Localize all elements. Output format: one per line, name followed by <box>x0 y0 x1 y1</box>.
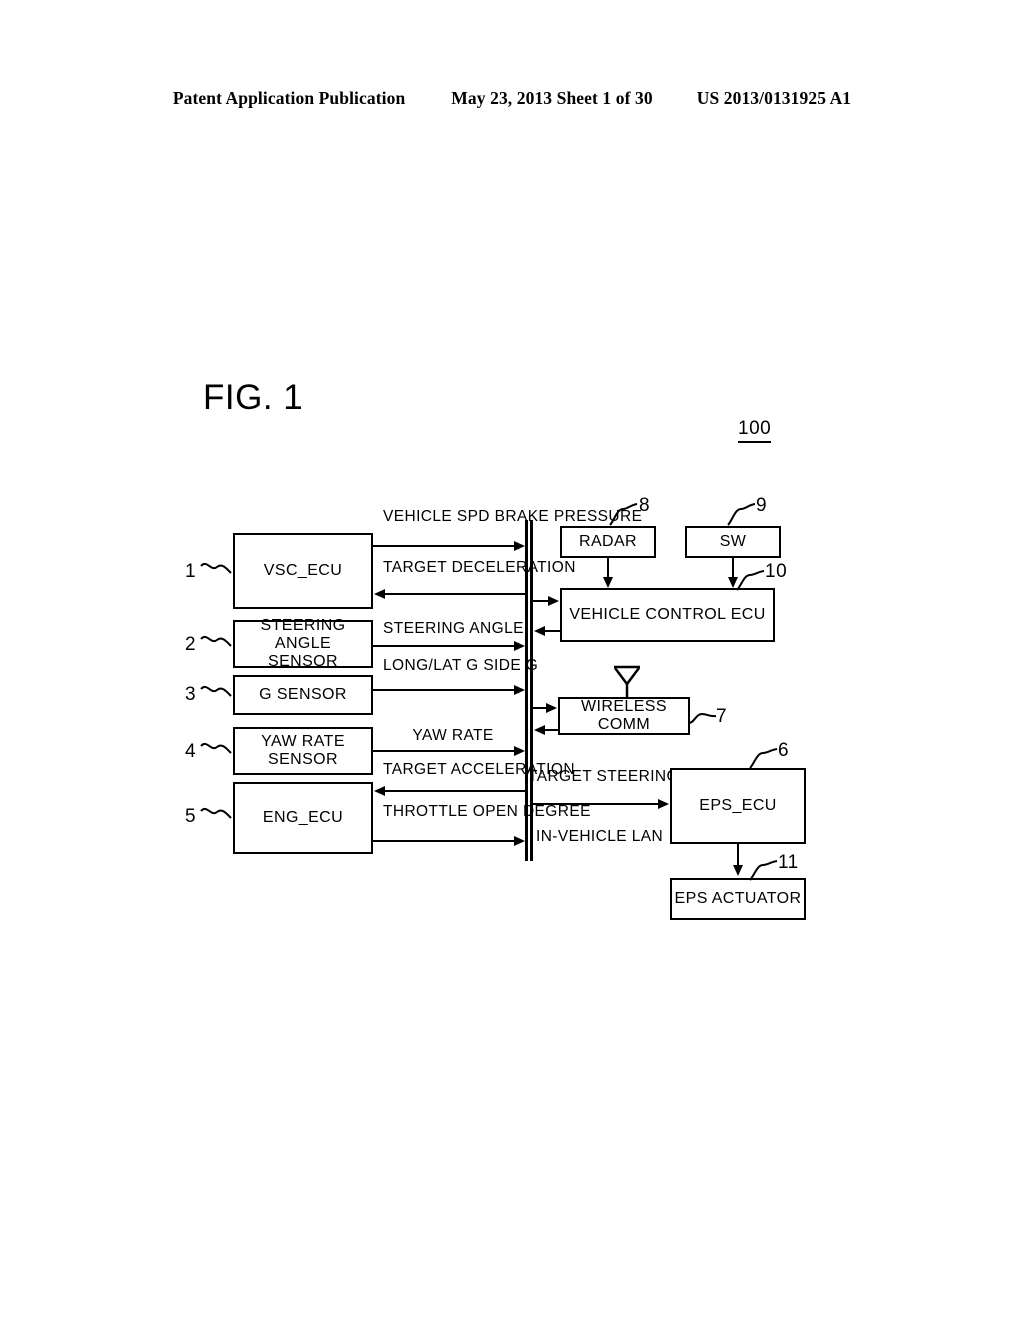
arrowhead-eng-to-bus <box>514 835 525 846</box>
reference-numeral-8: 8 <box>639 495 651 516</box>
line-eng-to-bus <box>373 840 521 842</box>
signal-target-steering-angle-line1: TARGET STEERING <box>528 768 679 785</box>
arrowhead-bus-to-eps-ecu <box>658 798 669 809</box>
leader-squiggle-5 <box>200 807 232 819</box>
arrowhead-bus-to-vehicle-control-ecu <box>548 595 559 606</box>
antenna-icon <box>614 665 640 698</box>
reference-numeral-3: 3 <box>185 684 197 705</box>
block-steering-angle-sensor-label-line1: STEERING ANGLE <box>260 617 346 653</box>
reference-numeral-5: 5 <box>185 806 197 827</box>
block-radar: RADAR <box>560 526 656 558</box>
reference-numeral-1: 1 <box>185 561 197 582</box>
signal-steering-angle-label: STEERING ANGLE <box>383 620 524 637</box>
label-in-vehicle-lan: IN-VEHICLE LAN <box>536 828 663 845</box>
line-vsc-to-bus <box>373 545 521 547</box>
signal-vehicle-spd-brake-pressure: VEHICLE SPD BRAKE PRESSURE <box>383 508 642 525</box>
line-bus-to-vehicle-control-ecu <box>533 600 549 602</box>
leader-squiggle-3 <box>200 685 232 697</box>
label-in-vehicle-lan-line2: LAN <box>631 828 664 845</box>
leader-squiggle-8 <box>609 503 638 526</box>
block-g-sensor-label: G SENSOR <box>259 686 347 704</box>
arrowhead-sw-to-vehicle-control-ecu <box>727 577 738 588</box>
reference-numeral-11: 11 <box>778 852 799 873</box>
arrowhead-yaw-sensor-to-bus <box>514 745 525 756</box>
signal-target-acceleration: TARGET ACCELERATION <box>383 761 575 778</box>
block-eng-ecu: ENG_ECU <box>233 782 373 854</box>
block-steering-angle-sensor-label-line2: SENSOR <box>268 652 338 670</box>
leader-squiggle-9 <box>727 503 756 526</box>
signal-throttle-line2: OPEN DEGREE <box>472 803 591 820</box>
line-eps-ecu-to-eps-actuator <box>737 844 739 867</box>
block-yaw-rate-sensor-label-line2: SENSOR <box>268 751 338 768</box>
block-vehicle-control-ecu-label: VEHICLE CONTROL ECU <box>569 606 766 624</box>
arrowhead-steering-sensor-to-bus <box>514 640 525 651</box>
arrowhead-wireless-comm-to-bus <box>534 724 545 735</box>
signal-target-deceleration-line1: TARGET <box>383 559 447 576</box>
block-vsc-ecu-label: VSC_ECU <box>263 562 343 580</box>
block-sw: SW <box>685 526 781 558</box>
line-bus-to-vsc <box>385 593 527 595</box>
signal-yaw-rate-label: YAW RATE <box>412 727 494 744</box>
block-yaw-rate-sensor: YAW RATE SENSOR <box>233 727 373 775</box>
leader-squiggle-2 <box>200 635 232 647</box>
arrowhead-eps-ecu-to-eps-actuator <box>732 865 743 876</box>
leader-squiggle-11 <box>749 860 778 881</box>
line-steering-sensor-to-bus <box>373 645 521 647</box>
signal-long-lat-g-label: LONG/LAT G <box>383 657 479 674</box>
block-eps-ecu-label: EPS_ECU <box>699 797 777 815</box>
signal-long-lat-g-side-g: LONG/LAT G SIDE G <box>383 657 538 674</box>
figure-1-diagram: FIG. 1 100 VSC_ECU STEERING ANGLE SENSOR… <box>0 0 1024 1320</box>
signal-yaw-rate: YAW RATE <box>383 727 523 744</box>
line-wireless-comm-to-bus <box>545 729 559 731</box>
block-radar-label: RADAR <box>578 533 637 551</box>
reference-numeral-10: 10 <box>765 561 788 582</box>
signal-steering-angle: STEERING ANGLE <box>383 620 523 637</box>
system-reference-numeral: 100 <box>738 418 772 443</box>
block-wireless-comm-label: WIRELESS COMM <box>581 698 667 733</box>
block-eps-actuator-label: EPS ACTUATOR <box>674 890 802 908</box>
block-steering-angle-sensor: STEERING ANGLE SENSOR <box>233 617 373 670</box>
arrowhead-g-sensor-to-bus <box>514 684 525 695</box>
arrowhead-bus-to-vsc <box>374 588 385 599</box>
line-bus-to-eng <box>385 790 527 792</box>
signal-vehicle-spd-label: VEHICLE SPD <box>383 508 490 525</box>
leader-squiggle-6 <box>749 748 778 769</box>
block-yaw-rate-sensor-label-line1: YAW RATE <box>261 733 345 751</box>
signal-target-deceleration: TARGET DECELERATION <box>383 559 575 576</box>
arrowhead-bus-to-wireless-comm <box>546 702 557 713</box>
block-eps-ecu: EPS_ECU <box>670 768 806 844</box>
line-radar-to-vehicle-control-ecu <box>607 558 609 579</box>
signal-target-acceleration-line1: TARGET <box>383 761 447 778</box>
figure-title: FIG. 1 <box>203 378 304 417</box>
block-sw-label: SW <box>719 533 747 551</box>
reference-numeral-2: 2 <box>185 634 197 655</box>
leader-squiggle-7 <box>688 712 717 724</box>
signal-throttle-open-degree: THROTTLE OPEN DEGREE <box>383 803 590 820</box>
label-in-vehicle-lan-line1: IN-VEHICLE <box>536 828 627 845</box>
reference-numeral-4: 4 <box>185 741 197 762</box>
arrowhead-vsc-to-bus <box>514 540 525 551</box>
signal-target-steering-angle: TARGET STEERING ANGLE <box>528 768 764 785</box>
leader-squiggle-10 <box>736 570 765 591</box>
line-yaw-sensor-to-bus <box>373 750 521 752</box>
block-wireless-comm: WIRELESS COMM <box>558 697 690 735</box>
arrowhead-vehicle-control-ecu-to-bus <box>534 625 545 636</box>
leader-squiggle-4 <box>200 742 232 754</box>
signal-side-g-label: SIDE G <box>483 657 539 674</box>
signal-target-deceleration-line2: DECELERATION <box>451 559 576 576</box>
block-eps-actuator: EPS ACTUATOR <box>670 878 806 920</box>
signal-throttle-line1: THROTTLE <box>383 803 469 820</box>
line-g-sensor-to-bus <box>373 689 521 691</box>
line-bus-to-eps-ecu <box>533 803 659 805</box>
arrowhead-radar-to-vehicle-control-ecu <box>602 577 613 588</box>
arrowhead-bus-to-eng <box>374 785 385 796</box>
line-bus-to-wireless-comm <box>533 707 547 709</box>
line-sw-to-vehicle-control-ecu <box>732 558 734 579</box>
block-eng-ecu-label: ENG_ECU <box>262 809 344 827</box>
line-vehicle-control-ecu-to-bus <box>545 630 560 632</box>
leader-squiggle-1 <box>200 562 232 574</box>
block-g-sensor: G SENSOR <box>233 675 373 715</box>
block-vsc-ecu: VSC_ECU <box>233 533 373 609</box>
block-vehicle-control-ecu: VEHICLE CONTROL ECU <box>560 588 775 642</box>
